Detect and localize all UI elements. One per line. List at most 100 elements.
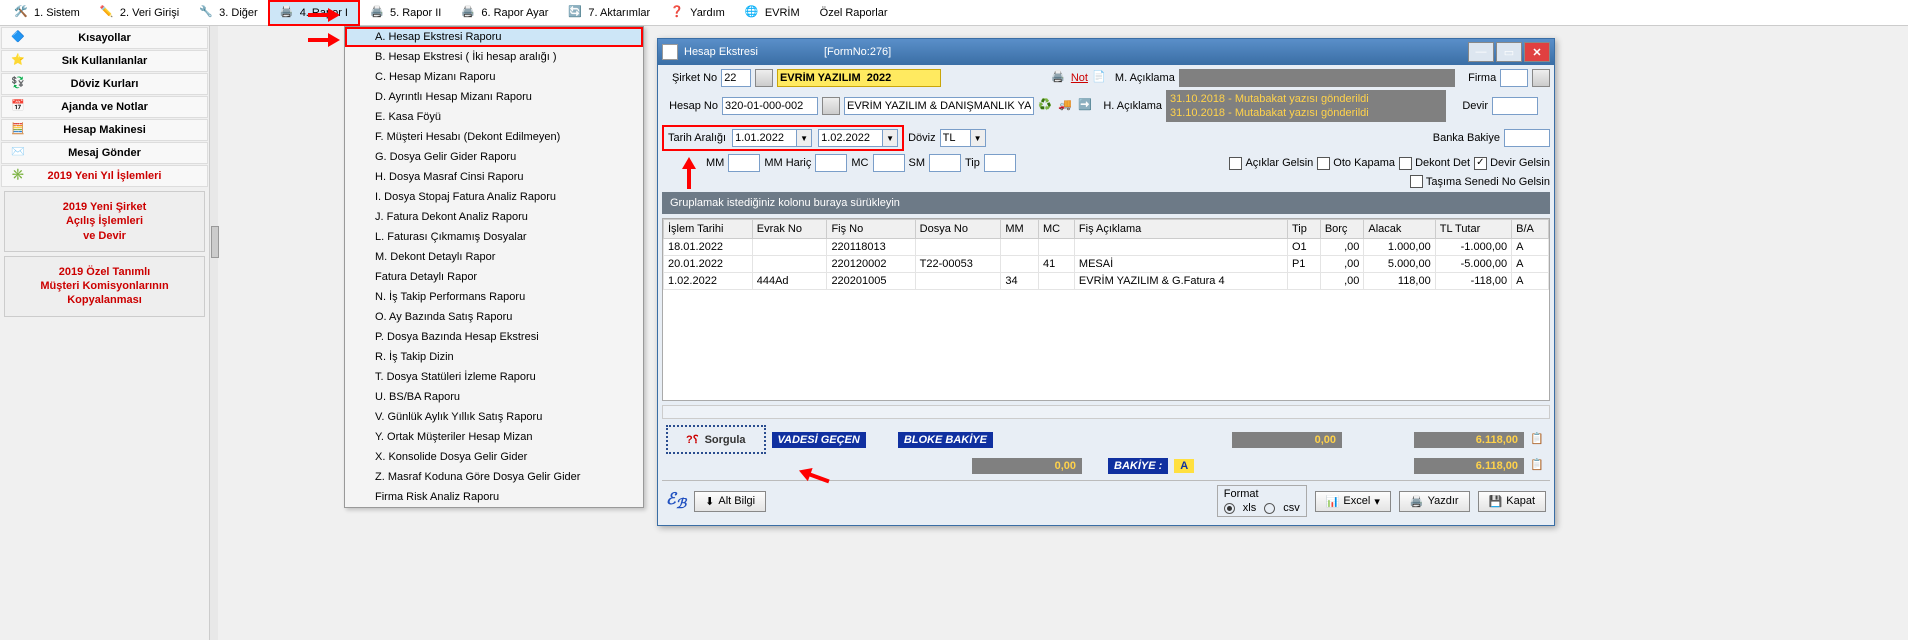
sidebar-sik-kullanilanlar[interactable]: ⭐Sık Kullanılanlar (1, 50, 208, 72)
chevron-down-icon[interactable]: ▼ (796, 129, 812, 147)
col-header[interactable]: MM (1001, 220, 1039, 239)
menu-aktarimlar[interactable]: 🔄7. Aktarımlar (558, 2, 660, 24)
dd-item[interactable]: N. İş Takip Performans Raporu (345, 287, 643, 307)
chk-devir[interactable] (1474, 157, 1487, 170)
menu-veri-girisi[interactable]: ✏️2. Veri Girişi (90, 2, 189, 24)
chk-dekont[interactable] (1399, 157, 1412, 170)
dd-item[interactable]: J. Fatura Dekont Analiz Raporu (345, 207, 643, 227)
minimize-button[interactable]: — (1468, 42, 1494, 62)
col-header[interactable]: Dosya No (915, 220, 1001, 239)
sidebar-ajanda[interactable]: 📅Ajanda ve Notlar (1, 96, 208, 118)
dd-item[interactable]: D. Ayrıntlı Hesap Mizanı Raporu (345, 87, 643, 107)
firma-input[interactable] (1500, 69, 1528, 87)
sidebar-mesaj[interactable]: ✉️Mesaj Gönder (1, 142, 208, 164)
dd-item[interactable]: T. Dosya Statüleri İzleme Raporu (345, 367, 643, 387)
maximize-button[interactable]: ▭ (1496, 42, 1522, 62)
dd-item[interactable]: B. Hesap Ekstresi ( İki hesap aralığı ) (345, 47, 643, 67)
sirket-lookup-button[interactable] (755, 69, 773, 87)
chk-aciklar[interactable] (1229, 157, 1242, 170)
dd-item[interactable]: C. Hesap Mizanı Raporu (345, 67, 643, 87)
col-header[interactable]: Alacak (1364, 220, 1435, 239)
not-link[interactable]: Not (1071, 72, 1088, 84)
dd-item[interactable]: G. Dosya Gelir Gider Raporu (345, 147, 643, 167)
menu-ozel-raporlar[interactable]: Özel Raporlar (810, 4, 898, 22)
table-row[interactable]: 1.02.2022444Ad22020100534EVRİM YAZILIM &… (664, 273, 1549, 290)
menu-evrim[interactable]: 🌐EVRİM (735, 2, 810, 24)
sidebar-doviz[interactable]: 💱Döviz Kurları (1, 73, 208, 95)
sidebar-kisayollar[interactable]: 🔷Kısayollar (1, 27, 208, 49)
copy-icon[interactable]: 📋 (1530, 432, 1546, 448)
dd-item[interactable]: O. Ay Bazında Satış Raporu (345, 307, 643, 327)
menu-diger[interactable]: 🔧3. Diğer (189, 2, 268, 24)
hesap-lookup[interactable] (822, 97, 840, 115)
col-header[interactable]: Evrak No (752, 220, 827, 239)
chk-oto[interactable] (1317, 157, 1330, 170)
mm-input[interactable] (728, 154, 760, 172)
menu-sistem[interactable]: 🛠️1. Sistem (4, 2, 90, 24)
dd-item[interactable]: F. Müşteri Hesabı (Dekont Edilmeyen) (345, 127, 643, 147)
m-aciklama-field[interactable] (1179, 69, 1455, 87)
dd-item[interactable]: X. Konsolide Dosya Gelir Gider (345, 447, 643, 467)
firma-lookup[interactable] (1532, 69, 1550, 87)
table-row[interactable]: 20.01.2022220120002T22-0005341MESAİP1,00… (664, 256, 1549, 273)
col-header[interactable]: Fiş No (827, 220, 915, 239)
titlebar[interactable]: Hesap Ekstresi [FormNo:276] — ▭ ✕ (658, 39, 1554, 65)
chevron-down-icon[interactable]: ▼ (970, 129, 986, 147)
refresh-icon[interactable]: ♻️ (1038, 98, 1054, 114)
dd-hesap-ekstresi[interactable]: A. Hesap Ekstresi Raporu (345, 27, 643, 47)
mc-input[interactable] (873, 154, 905, 172)
dd-item[interactable]: U. BS/BA Raporu (345, 387, 643, 407)
col-header[interactable]: İşlem Tarihi (664, 220, 753, 239)
dd-item[interactable]: P. Dosya Bazında Hesap Ekstresi (345, 327, 643, 347)
group-by-header[interactable]: Gruplamak istediğiniz kolonu buraya sürü… (662, 192, 1550, 214)
menu-yardim[interactable]: ❓Yardım (660, 2, 735, 24)
date-from[interactable]: ▼ (732, 129, 812, 147)
kapat-button[interactable]: 💾Kapat (1478, 491, 1546, 512)
col-header[interactable]: B/A (1512, 220, 1549, 239)
yazdir-button[interactable]: 🖨️Yazdır (1399, 491, 1470, 512)
sidebar-box-sirket[interactable]: 2019 Yeni Şirket Açılış İşlemleri ve Dev… (4, 191, 205, 252)
grid-scroll[interactable] (662, 405, 1550, 419)
hesap-no-input[interactable] (722, 97, 818, 115)
dd-item[interactable]: E. Kasa Föyü (345, 107, 643, 127)
date-to[interactable]: ▼ (818, 129, 898, 147)
col-header[interactable]: Borç (1320, 220, 1364, 239)
chevron-down-icon[interactable]: ▾ (1374, 495, 1380, 508)
col-header[interactable]: TL Tutar (1435, 220, 1511, 239)
devir-input[interactable] (1492, 97, 1538, 115)
doviz-select[interactable]: ▼ (940, 129, 986, 147)
col-header[interactable]: Tip (1287, 220, 1320, 239)
altbilgi-button[interactable]: ⬇Alt Bilgi (694, 491, 766, 512)
truck-icon[interactable]: 🚚 (1058, 98, 1074, 114)
dd-item[interactable]: R. İş Takip Dizin (345, 347, 643, 367)
dd-item[interactable]: Z. Masraf Koduna Göre Dosya Gelir Gider (345, 467, 643, 487)
dd-item[interactable]: Y. Ortak Müşteriler Hesap Mizan (345, 427, 643, 447)
sidebar-yeni-yil[interactable]: ✳️2019 Yeni Yıl İşlemleri (1, 165, 208, 187)
mmharic-input[interactable] (815, 154, 847, 172)
sidebar-box-komisyon[interactable]: 2019 Özel Tanımlı Müşteri Komisyonlarını… (4, 256, 205, 317)
dd-item[interactable]: I. Dosya Stopaj Fatura Analiz Raporu (345, 187, 643, 207)
chk-tasima[interactable] (1410, 175, 1423, 188)
sirket-no-input[interactable] (721, 69, 751, 87)
sm-input[interactable] (929, 154, 961, 172)
banka-input[interactable] (1504, 129, 1550, 147)
col-header[interactable]: MC (1038, 220, 1074, 239)
printer-icon[interactable]: 🖨️ (1051, 70, 1067, 86)
close-button[interactable]: ✕ (1524, 42, 1550, 62)
menu-rapor-2[interactable]: 🖨️5. Rapor II (360, 2, 451, 24)
dd-item[interactable]: L. Faturası Çıkmamış Dosyalar (345, 227, 643, 247)
copy-icon[interactable]: 📋 (1530, 458, 1546, 474)
tip-input[interactable] (984, 154, 1016, 172)
col-header[interactable]: Fiş Açıklama (1074, 220, 1287, 239)
radio-csv[interactable] (1264, 503, 1275, 514)
result-grid[interactable]: İşlem TarihiEvrak NoFiş NoDosya NoMMMCFi… (662, 218, 1550, 401)
sorgula-button[interactable]: ?⸮ Sorgula (666, 425, 766, 454)
radio-xls[interactable] (1224, 503, 1235, 514)
sidebar-hesap-makinesi[interactable]: 🧮Hesap Makinesi (1, 119, 208, 141)
excel-button[interactable]: 📊Excel▾ (1315, 491, 1391, 512)
dd-item[interactable]: Firma Risk Analiz Raporu (345, 487, 643, 507)
splitter[interactable] (210, 26, 218, 640)
dd-item[interactable]: H. Dosya Masraf Cinsi Raporu (345, 167, 643, 187)
table-row[interactable]: 18.01.2022220118013O1,001.000,00-1.000,0… (664, 239, 1549, 256)
doc-icon[interactable]: 📄 (1092, 70, 1108, 86)
